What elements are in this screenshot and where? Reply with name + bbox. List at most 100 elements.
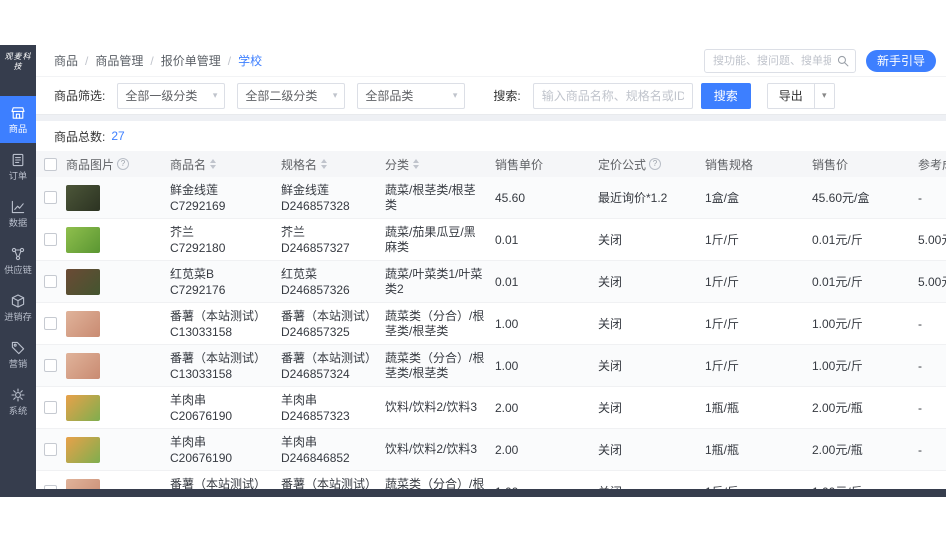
product-image[interactable]: [66, 226, 100, 253]
product-name: 芥兰: [170, 224, 195, 239]
topbar-right: 新手引导: [703, 48, 936, 73]
column-header[interactable]: 商品图片?: [66, 156, 170, 173]
search-icon[interactable]: [836, 54, 850, 68]
filter-select-3[interactable]: 全部品类 ▾: [357, 82, 466, 109]
product-image[interactable]: [66, 394, 100, 421]
sidebar-item-订单[interactable]: 订单: [0, 143, 36, 190]
help-icon[interactable]: ?: [117, 158, 130, 170]
sale-spec: 1斤/斤: [705, 359, 740, 373]
gear-icon: [10, 387, 26, 403]
product-table: 商品图片?商品名规格名分类销售单价定价公式?销售规格销售价参考成 鲜金线莲C72…: [36, 151, 946, 489]
sale-price: 1.00元/斤: [812, 359, 863, 373]
search-button[interactable]: 搜索: [700, 82, 751, 109]
pricing-formula: 关闭: [598, 359, 623, 373]
summary: 商品总数: 27: [36, 121, 946, 151]
row-checkbox[interactable]: [44, 401, 57, 414]
filter-select-value: 全部一级分类: [125, 89, 198, 103]
sidebar-item-商品[interactable]: 商品: [0, 96, 36, 143]
column-header[interactable]: 销售规格: [705, 156, 812, 173]
spec-id: D246857324: [281, 366, 350, 381]
sidebar-item-label: 进销存: [4, 311, 32, 323]
sort-icon[interactable]: [210, 159, 217, 169]
spec-name: 羊肉串: [281, 434, 318, 449]
sidebar-item-系统[interactable]: 系统: [0, 378, 36, 425]
breadcrumb-item[interactable]: 报价单管理: [161, 52, 221, 69]
row-checkbox[interactable]: [44, 317, 57, 330]
spec-name: 鲜金线莲: [281, 182, 330, 197]
pricing-formula: 最近询价*1.2: [598, 191, 668, 205]
spec-name: 番薯（本站测试）: [281, 476, 378, 490]
guide-button[interactable]: 新手引导: [865, 49, 936, 72]
unit-price: 1.00: [495, 316, 519, 331]
product-panel: 商品总数: 27 商品图片? 商品名 规格名 分类 销售单价 定价公式? 销售规格 销售价 参考…: [36, 121, 946, 489]
spec-id: D246857326: [281, 282, 350, 297]
product-name: 番薯（本站测试）: [170, 350, 267, 365]
product-image[interactable]: [66, 184, 100, 211]
table-row: 鲜金线莲 C7292169 鲜金线莲 D246857328 蔬菜/根茎类/根茎类 45.6…: [36, 177, 946, 219]
pricing-formula: 关闭: [598, 233, 623, 247]
column-header[interactable]: 参考成: [918, 156, 946, 173]
product-search-input[interactable]: [532, 82, 693, 109]
sidebar-item-进销存[interactable]: 进销存: [0, 284, 36, 331]
row-checkbox[interactable]: [44, 233, 57, 246]
sale-spec: 1斤/斤: [705, 275, 740, 289]
filter-bar: 商品筛选: 全部一级分类 ▾ 全部二级分类 ▾ 全部品类 ▾ 搜索: 搜索 导出 ▾: [36, 77, 946, 115]
sidebar-item-供应链[interactable]: 供应链: [0, 237, 36, 284]
export-dropdown-button[interactable]: ▾: [813, 83, 834, 108]
unit-price: 1.00: [495, 358, 519, 373]
row-checkbox[interactable]: [44, 191, 57, 204]
export-button[interactable]: 导出: [767, 83, 814, 108]
help-icon[interactable]: ?: [649, 158, 662, 170]
sidebar-item-label: 数据: [8, 217, 28, 229]
product-id: C13033158: [170, 324, 233, 339]
column-header[interactable]: 销售价: [812, 156, 918, 173]
column-header[interactable]: 销售单价: [495, 156, 598, 173]
product-image[interactable]: [66, 478, 100, 489]
global-search-input[interactable]: [704, 49, 855, 72]
category: 饮料/饮料2/饮料3: [385, 400, 478, 414]
column-header[interactable]: 定价公式?: [598, 156, 705, 173]
pricing-formula: 关闭: [598, 443, 623, 457]
row-checkbox[interactable]: [44, 443, 57, 456]
product-id: C20676190: [170, 450, 233, 465]
spec-id: D246857323: [281, 408, 350, 423]
tag-icon: [10, 340, 26, 356]
sale-price: 0.01元/斤: [812, 275, 863, 289]
product-image[interactable]: [66, 436, 100, 463]
spec-id: D246857327: [281, 240, 350, 255]
sale-spec: 1盒/盒: [705, 191, 740, 205]
spec-name: 番薯（本站测试）: [281, 308, 378, 323]
row-checkbox[interactable]: [44, 359, 57, 372]
column-header[interactable]: 规格名: [281, 156, 385, 173]
product-image[interactable]: [66, 310, 100, 337]
product-image[interactable]: [66, 352, 100, 379]
column-header[interactable]: 商品名: [170, 156, 281, 173]
sidebar-item-营销[interactable]: 营销: [0, 331, 36, 378]
product-id: C7292176: [170, 282, 226, 297]
bottom-bar: [0, 489, 946, 497]
product-name: 羊肉串: [170, 434, 207, 449]
category: 蔬菜类（分合）/根茎类/根茎类: [385, 476, 485, 490]
sidebar-item-label: 订单: [8, 170, 28, 182]
breadcrumb-item[interactable]: 学校: [238, 52, 262, 69]
spec-name: 红苋菜: [281, 266, 318, 281]
breadcrumb-item[interactable]: 商品: [54, 52, 78, 69]
table-header: 商品图片?商品名规格名分类销售单价定价公式?销售规格销售价参考成: [36, 151, 946, 177]
table-row: 芥兰 C7292180 芥兰 D246857327 蔬菜/茄果瓜豆/黑麻类 0.01 关闭 1…: [36, 219, 946, 261]
select-all-checkbox[interactable]: [44, 157, 57, 171]
breadcrumb-separator: /: [85, 53, 89, 68]
breadcrumb-item[interactable]: 商品管理: [95, 52, 143, 69]
table-row: 红苋菜B C7292176 红苋菜 D246857326 蔬菜/叶菜类1/叶菜类2 0.0…: [36, 261, 946, 303]
filter-select-2[interactable]: 全部二级分类 ▾: [237, 82, 346, 109]
global-search[interactable]: [703, 48, 856, 73]
column-header[interactable]: 分类: [385, 156, 495, 173]
sidebar-item-数据[interactable]: 数据: [0, 190, 36, 237]
ref-cost: -: [918, 358, 922, 373]
product-image[interactable]: [66, 268, 100, 295]
sort-icon[interactable]: [321, 159, 328, 169]
row-checkbox[interactable]: [44, 275, 57, 288]
filter-select-1[interactable]: 全部一级分类 ▾: [117, 82, 226, 109]
breadcrumb-separator: /: [227, 53, 232, 68]
sort-icon[interactable]: [413, 159, 420, 169]
category: 蔬菜类（分合）/根茎类/根茎类: [385, 350, 485, 380]
